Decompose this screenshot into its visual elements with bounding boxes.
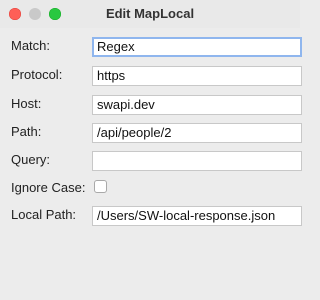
local-path-field[interactable]: /Users/SW-local-response.json bbox=[92, 206, 302, 226]
path-field[interactable]: /api/people/2 bbox=[92, 123, 302, 143]
title-bar: Edit MapLocal bbox=[0, 0, 300, 28]
query-label: Query: bbox=[11, 152, 51, 167]
match-field[interactable]: Regex bbox=[92, 37, 302, 57]
ignore-case-checkbox[interactable] bbox=[94, 180, 107, 193]
host-field[interactable]: swapi.dev bbox=[92, 95, 302, 115]
protocol-field[interactable]: https bbox=[92, 66, 302, 86]
protocol-label: Protocol: bbox=[11, 67, 63, 82]
query-field[interactable] bbox=[92, 151, 302, 171]
path-label: Path: bbox=[11, 124, 42, 139]
window-title: Edit MapLocal bbox=[105, 6, 195, 21]
host-label: Host: bbox=[11, 96, 42, 111]
local-path-label: Local Path: bbox=[11, 207, 77, 222]
ignore-case-label: Ignore Case: bbox=[11, 180, 86, 195]
match-label: Match: bbox=[11, 38, 51, 53]
